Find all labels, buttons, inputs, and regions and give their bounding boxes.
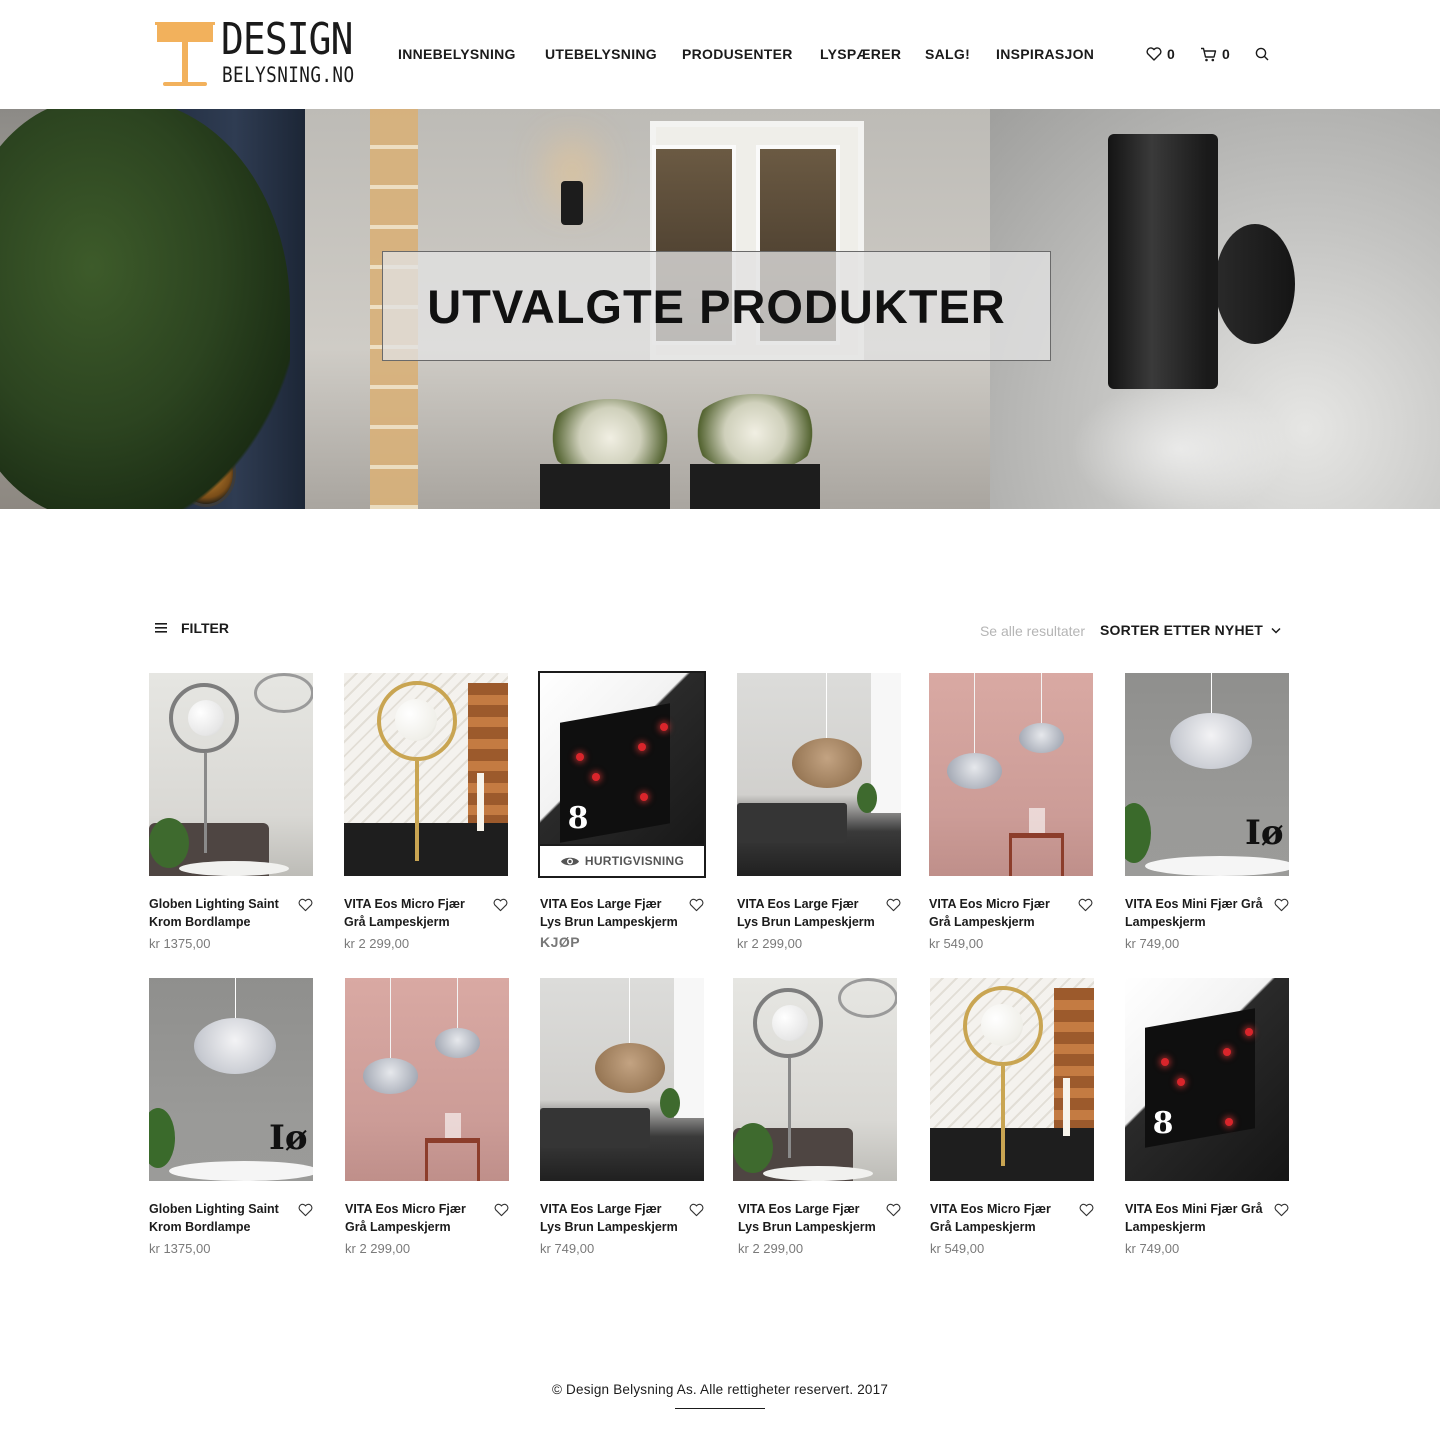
wishlist-heart-icon[interactable]	[1274, 898, 1289, 912]
product-name[interactable]: VITA Eos Micro Fjær Grå Lampeskjerm	[929, 895, 1069, 931]
product-name[interactable]: VITA Eos Large Fjær Lys Brun Lampeskjerm	[540, 1200, 680, 1236]
wishlist-heart-icon[interactable]	[494, 1203, 509, 1217]
product-name[interactable]: VITA Eos Large Fjær Lys Brun Lampeskjerm	[540, 895, 680, 931]
site-header: DESIGN BELYSNING.NO INNEBELYSNING UTEBEL…	[0, 0, 1440, 109]
product-price: kr 549,00	[929, 936, 984, 951]
product-image[interactable]	[344, 673, 508, 876]
logo[interactable]: DESIGN BELYSNING.NO	[155, 14, 354, 90]
nav-item-utebelysning[interactable]: UTEBELYSNING	[545, 46, 657, 62]
product-toolbar: FILTER Se alle resultater SORTER ETTER N…	[0, 620, 1440, 640]
product-price: kr 749,00	[1125, 936, 1180, 951]
eye-icon	[560, 857, 579, 865]
product-price: kr 2 299,00	[737, 936, 803, 951]
product-price: kr 1375,00	[149, 936, 211, 951]
search-button[interactable]	[1255, 45, 1269, 63]
hero-banner: UTVALGTE PRODUKTER	[0, 109, 1440, 509]
product-card[interactable]: Globen Lighting Saint Krom Bordlampe kr …	[149, 673, 313, 963]
product-image[interactable]: 8	[1125, 978, 1289, 1181]
product-image[interactable]	[737, 673, 901, 876]
cart-count: 0	[1222, 46, 1230, 62]
product-name[interactable]: VITA Eos Mini Fjær Grå Lampeskjerm	[1125, 1200, 1265, 1236]
product-price: kr 749,00	[540, 1241, 595, 1256]
product-card[interactable]: VITA Eos Large Fjær Lys Brun Lampeskjerm…	[737, 673, 901, 963]
wishlist-heart-icon[interactable]	[298, 1203, 313, 1217]
buy-button[interactable]: KJØP	[540, 934, 580, 950]
product-card[interactable]: VITA Eos Micro Fjær Grå Lampeskjerm kr 5…	[930, 978, 1094, 1268]
wishlist-button[interactable]: 0	[1146, 45, 1175, 63]
filter-label: FILTER	[181, 620, 229, 636]
cart-icon	[1201, 47, 1217, 61]
chevron-down-icon	[1271, 627, 1281, 634]
wishlist-heart-icon[interactable]	[1078, 898, 1093, 912]
wishlist-heart-icon[interactable]	[1079, 1203, 1094, 1217]
wishlist-heart-icon[interactable]	[689, 898, 704, 912]
product-price: kr 2 299,00	[345, 1241, 411, 1256]
logo-domain: BELYSNING.NO	[222, 63, 355, 87]
product-image[interactable]: 8 HURTIGVISNING	[538, 671, 706, 878]
product-image[interactable]	[930, 978, 1094, 1181]
search-icon	[1255, 47, 1269, 61]
nav-item-lyspaerer[interactable]: LYSPÆRER	[820, 46, 901, 62]
product-name[interactable]: VITA Eos Micro Fjær Grå Lampeskjerm	[345, 1200, 485, 1236]
menu-lines-icon	[155, 623, 167, 633]
product-image[interactable]	[540, 978, 704, 1181]
product-name[interactable]: VITA Eos Micro Fjær Grå Lampeskjerm	[930, 1200, 1070, 1236]
product-card[interactable]: 8 VITA Eos Mini Fjær Grå Lampeskjerm kr …	[1125, 978, 1289, 1268]
product-image[interactable]	[345, 978, 509, 1181]
product-image[interactable]: Iø	[1125, 673, 1289, 876]
wishlist-heart-icon[interactable]	[689, 1203, 704, 1217]
product-card[interactable]: VITA Eos Large Fjær Lys Brun Lampeskjerm…	[540, 978, 704, 1268]
cart-button[interactable]: 0	[1200, 45, 1230, 63]
hero-title-box: UTVALGTE PRODUKTER	[382, 251, 1051, 361]
product-name[interactable]: Globen Lighting Saint Krom Bordlampe	[149, 1200, 289, 1236]
product-price: kr 2 299,00	[344, 936, 410, 951]
product-image[interactable]: Iø	[149, 978, 313, 1181]
sort-dropdown[interactable]: SORTER ETTER NYHET	[1100, 622, 1281, 638]
wishlist-heart-icon[interactable]	[1274, 1203, 1289, 1217]
product-name[interactable]: Globen Lighting Saint Krom Bordlampe	[149, 895, 289, 931]
product-card[interactable]: VITA Eos Large Fjær Lys Brun Lampeskjerm…	[733, 978, 901, 1268]
product-price: kr 2 299,00	[738, 1241, 804, 1256]
sort-label: SORTER ETTER NYHET	[1100, 622, 1264, 638]
product-card-hovered[interactable]: 8 HURTIGVISNING VITA Eos Large Fjær Lys …	[538, 671, 706, 963]
product-card[interactable]: Iø VITA Eos Mini Fjær Grå Lampeskjerm kr…	[1125, 673, 1289, 963]
see-all-results-link[interactable]: Se alle resultater	[980, 623, 1085, 639]
copyright-text: © Design Belysning As. Alle rettigheter …	[551, 1382, 889, 1397]
filter-button[interactable]: FILTER	[155, 620, 229, 636]
product-price: kr 749,00	[1125, 1241, 1180, 1256]
wishlist-count: 0	[1167, 46, 1175, 62]
product-price: kr 549,00	[930, 1241, 985, 1256]
wishlist-heart-icon[interactable]	[886, 898, 901, 912]
nav-item-inspirasjon[interactable]: INSPIRASJON	[996, 46, 1094, 62]
quickview-label: HURTIGVISNING	[584, 854, 685, 868]
product-card[interactable]: VITA Eos Micro Fjær Grå Lampeskjerm kr 5…	[929, 673, 1093, 963]
hero-title: UTVALGTE PRODUKTER	[427, 279, 1006, 333]
product-price: kr 1375,00	[149, 1241, 211, 1256]
heart-icon	[1146, 47, 1162, 61]
wishlist-heart-icon[interactable]	[298, 898, 313, 912]
nav-item-produsenter[interactable]: PRODUSENTER	[682, 46, 793, 62]
nav-item-salg[interactable]: SALG!	[925, 46, 970, 62]
product-image[interactable]	[929, 673, 1093, 876]
product-image[interactable]	[733, 978, 897, 1181]
product-name[interactable]: VITA Eos Large Fjær Lys Brun Lampeskjerm	[737, 895, 877, 931]
product-name[interactable]: VITA Eos Micro Fjær Grå Lampeskjerm	[344, 895, 484, 931]
lamp-logo-icon	[155, 22, 215, 86]
quickview-button[interactable]: HURTIGVISNING	[540, 844, 704, 876]
nav-item-innebelysning[interactable]: INNEBELYSNING	[398, 46, 516, 62]
product-card[interactable]: VITA Eos Micro Fjær Grå Lampeskjerm kr 2…	[345, 978, 509, 1268]
product-name[interactable]: VITA Eos Large Fjær Lys Brun Lampeskjerm	[738, 1200, 878, 1236]
product-image[interactable]	[149, 673, 313, 876]
product-card[interactable]: VITA Eos Micro Fjær Grå Lampeskjerm kr 2…	[344, 673, 508, 963]
wishlist-heart-icon[interactable]	[493, 898, 508, 912]
logo-wordmark: DESIGN	[221, 14, 353, 65]
footer-divider	[675, 1408, 765, 1409]
wishlist-heart-icon[interactable]	[886, 1203, 901, 1217]
product-name[interactable]: VITA Eos Mini Fjær Grå Lampeskjerm	[1125, 895, 1265, 931]
product-card[interactable]: Iø Globen Lighting Saint Krom Bordlampe …	[149, 978, 313, 1268]
